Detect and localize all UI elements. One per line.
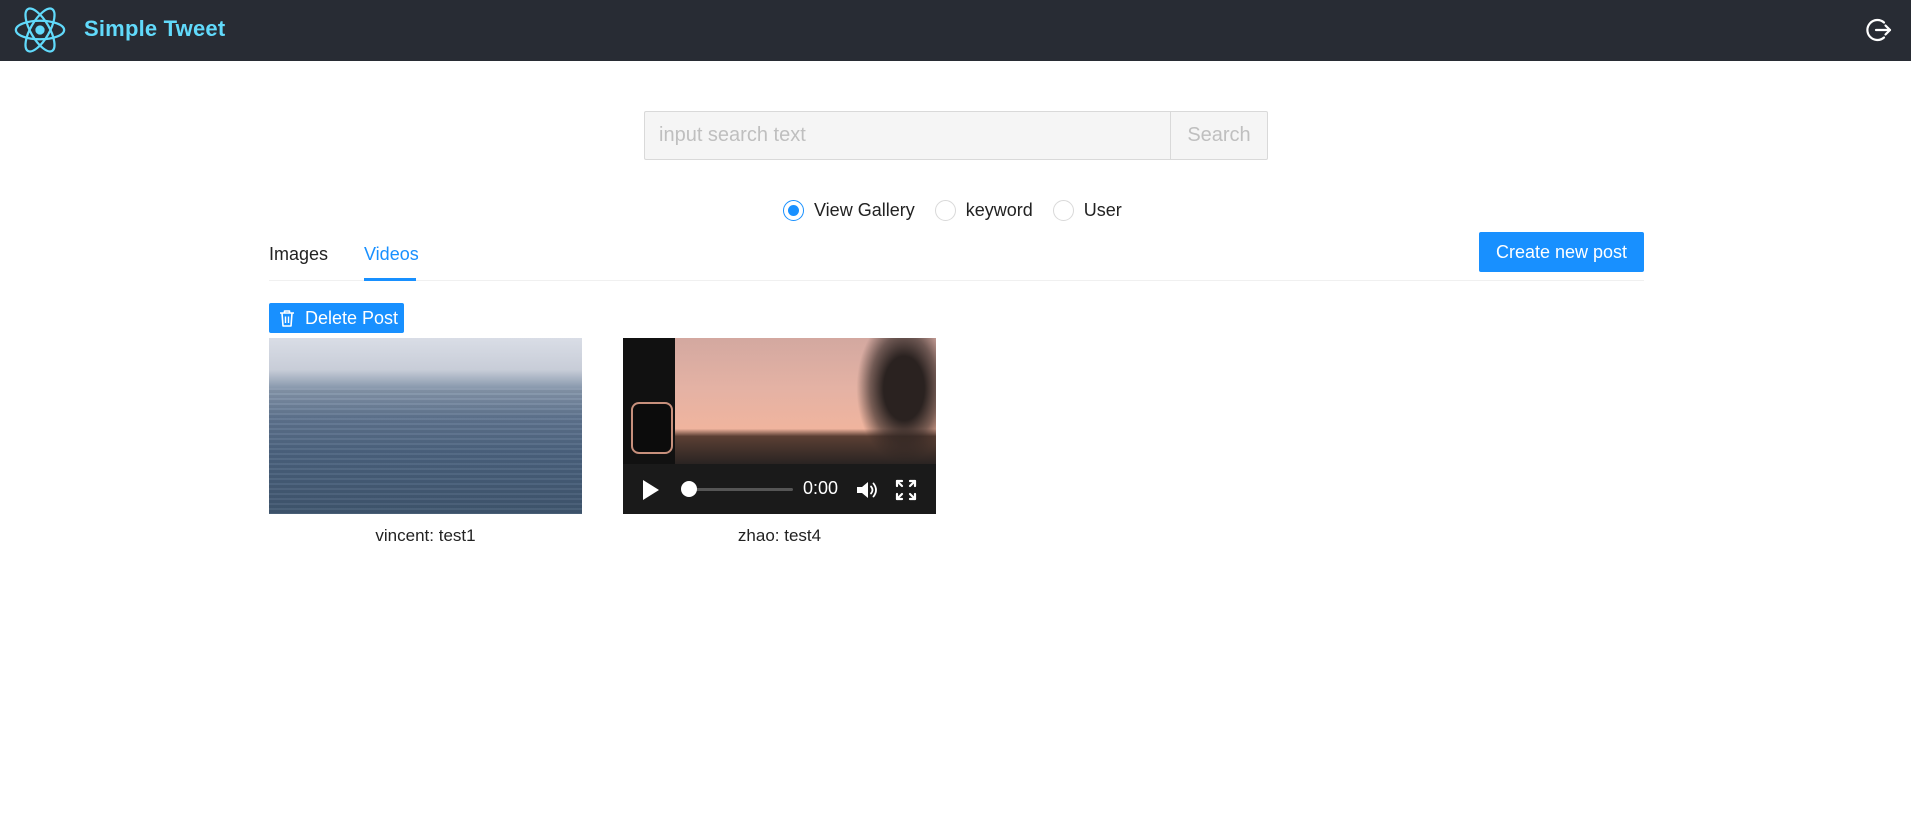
radio-label: keyword: [965, 199, 1033, 220]
active-tab-indicator: [364, 278, 416, 281]
gallery-caption: zhao: test4: [737, 526, 822, 545]
radio-button[interactable]: [934, 199, 956, 221]
media-tabs: Images Videos: [269, 232, 1644, 281]
sea-image: [269, 388, 582, 514]
fullscreen-icon[interactable]: [895, 479, 917, 501]
tab-images[interactable]: Images: [269, 244, 328, 265]
search-mode-radio-group: View Gallery keyword User: [783, 198, 1142, 222]
delete-post-button[interactable]: Delete Post: [269, 303, 404, 333]
react-logo-icon[interactable]: [12, 4, 68, 56]
search-input[interactable]: [644, 111, 1170, 160]
radio-keyword[interactable]: keyword: [934, 199, 1033, 221]
delete-post-label: Delete Post: [305, 307, 399, 328]
play-icon[interactable]: [643, 480, 659, 500]
gallery-thumbnail[interactable]: [269, 338, 582, 514]
video-frame-trees: [856, 338, 936, 464]
radio-button-checked[interactable]: [783, 199, 804, 221]
radio-user[interactable]: User: [1052, 199, 1122, 221]
search-button[interactable]: Search: [1170, 111, 1268, 160]
seek-handle[interactable]: [681, 481, 697, 497]
video-frame-box: [631, 402, 673, 454]
logout-icon[interactable]: [1864, 16, 1892, 44]
video-player[interactable]: 0:00: [623, 338, 936, 514]
gallery-caption: vincent: test1: [375, 526, 476, 545]
app-title: Simple Tweet: [84, 16, 226, 41]
radio-button[interactable]: [1052, 199, 1074, 221]
video-frame: [623, 338, 936, 464]
video-time: 0:00: [803, 478, 839, 498]
app-header: Simple Tweet: [0, 0, 1911, 61]
radio-label: View Gallery: [814, 199, 915, 220]
volume-icon[interactable]: [855, 479, 879, 501]
radio-view-gallery[interactable]: View Gallery: [783, 199, 915, 221]
create-post-button[interactable]: Create new post: [1479, 232, 1644, 272]
video-controls: 0:00: [623, 464, 936, 514]
tab-videos[interactable]: Videos: [364, 244, 419, 265]
gallery-item: vincent: test1: [269, 338, 582, 546]
seek-bar[interactable]: [683, 488, 793, 491]
trash-icon: [280, 310, 294, 327]
search-bar: Search: [644, 111, 1268, 160]
radio-label: User: [1083, 199, 1122, 220]
gallery-item: 0:00 zhao: test4: [623, 338, 936, 546]
